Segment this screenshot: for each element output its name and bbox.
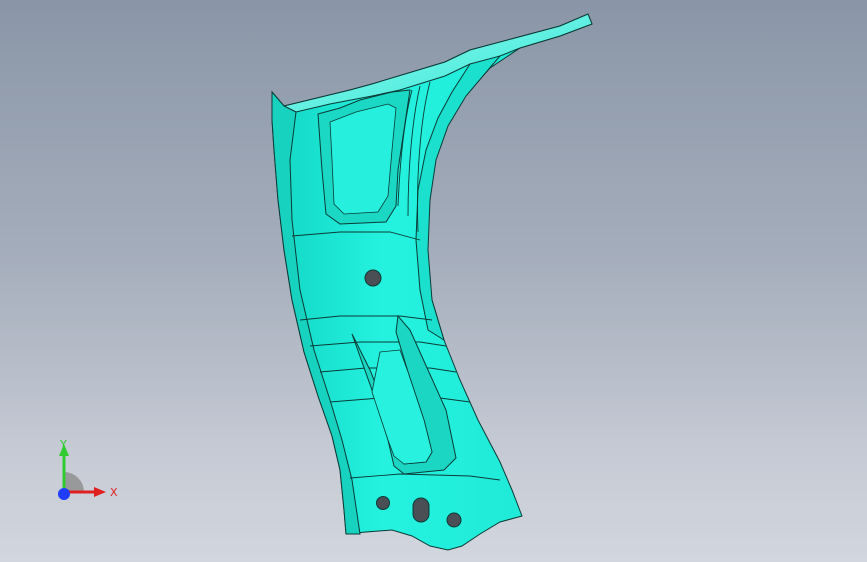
x-axis-arrow-icon <box>94 487 106 497</box>
center-hole[interactable] <box>364 269 382 287</box>
coordinate-triad: Y X <box>58 438 118 500</box>
bottom-hole-left[interactable] <box>376 496 390 510</box>
sheet-metal-part-model[interactable] <box>0 0 867 562</box>
x-axis-label: X <box>110 486 118 499</box>
upper-pocket-inner <box>329 103 397 215</box>
bottom-hole-right[interactable] <box>446 512 462 528</box>
bottom-slot[interactable] <box>412 497 430 523</box>
y-axis-label: Y <box>59 438 67 451</box>
z-axis-dot-icon <box>58 488 70 500</box>
graphics-viewport[interactable]: Y X <box>0 0 867 562</box>
